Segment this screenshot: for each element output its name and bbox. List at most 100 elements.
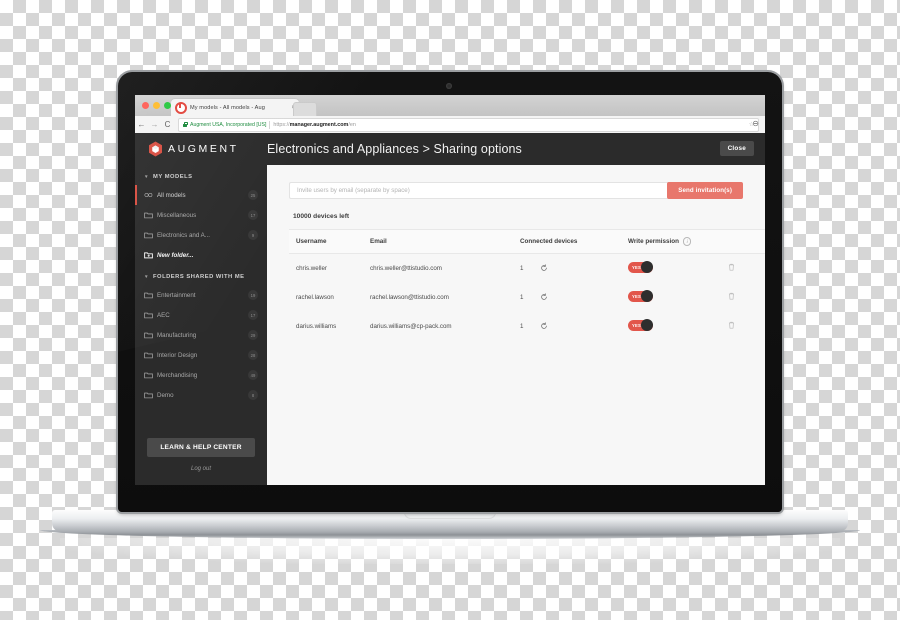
column-header-write-permission: Write permission i [628,229,728,254]
delete-icon[interactable] [728,263,735,271]
browser-tab[interactable]: My models - All models - Aug × [171,99,299,116]
folder-icon [144,332,153,339]
table-body: chris.weller chris.weller@ttistudio.com … [289,253,765,341]
sidebar-item-badge: 28 [248,350,258,360]
augment-hexagon-icon [149,141,162,157]
screen: My models - All models - Aug × ← → C Aug… [135,95,765,485]
cell-email: chris.weller@ttistudio.com [370,264,442,272]
sidebar-item-label: Interior Design [157,351,198,359]
minimize-window-icon[interactable] [153,102,160,109]
table-header-row: Username Email Connected devices Write p… [289,229,765,254]
delete-icon[interactable] [728,292,735,300]
sidebar-item-badge: 9 [248,230,258,240]
browser-urlbar: ← → C Augment USA, Incorporated [US] htt… [135,116,765,134]
shared-users-table: Username Email Connected devices Write p… [289,229,765,341]
learn-help-center-button[interactable]: LEARN & HELP CENTER [147,438,255,457]
cell-actions [728,312,765,341]
send-invitations-button[interactable]: Send invitation(s) [667,182,743,199]
device-count: 1 [520,264,524,272]
sidebar-section-header[interactable]: ▾ MY MODELS [135,165,267,185]
laptop-mockup: My models - All models - Aug × ← → C Aug… [0,0,900,620]
toggle-knob [641,261,653,273]
refresh-icon[interactable] [540,322,548,330]
app-logo[interactable]: AUGMENT [135,141,267,157]
invite-email-input[interactable]: Invite users by email (separate by space… [289,182,670,199]
toggle-knob [641,319,653,331]
table-row: darius.williams darius.williams@cp-pack.… [289,312,765,341]
infinity-icon [144,192,153,198]
sidebar-item-merchandising[interactable]: Merchandising 49 [135,365,267,385]
address-bar[interactable]: Augment USA, Incorporated [US] https://m… [178,117,759,132]
url-path: /en [348,121,356,128]
back-icon[interactable]: ← [135,120,148,129]
column-header-email: Email [370,229,520,254]
sidebar-item-label: New folder... [157,251,194,259]
new-tab-button[interactable] [293,102,317,117]
toggle-label: YES [632,264,641,270]
sidebar-item-badge: 17 [248,310,258,320]
forward-icon[interactable]: → [148,120,161,129]
sidebar-item-miscellaneous[interactable]: Miscellaneous 17 [135,205,267,225]
table-header: Username Email Connected devices Write p… [289,229,765,254]
folder-icon [144,312,153,319]
folder-icon [144,212,153,219]
devices-left-label: 10000 devices left [293,213,350,220]
device-cell: 1 [520,322,628,330]
brand-name: AUGMENT [168,143,239,155]
write-permission-toggle[interactable]: YES [628,290,653,302]
column-header-connected-devices: Connected devices [520,229,628,254]
cell-actions [728,283,765,312]
sidebar-section-header[interactable]: ▾ FOLDERS SHARED WITH ME [135,265,267,285]
sidebar-item-label: All models [157,191,186,199]
cell-username: rachel.lawson [296,293,334,301]
cell-write-permission: YES [628,283,728,312]
augment-app: AUGMENT Electronics and Appliances > Sha… [135,133,765,485]
maximize-window-icon[interactable] [164,102,171,109]
folder-icon [144,232,153,239]
folder-icon [144,392,153,399]
sidebar-item-badge: 19 [248,290,258,300]
sidebar-item-badge: 29 [248,330,258,340]
folder-icon [144,352,153,359]
sidebar-item-electronics-and-appliances[interactable]: Electronics and A... 9 [135,225,267,245]
cell-actions [728,253,765,283]
favicon-icon [175,101,187,114]
sidebar-item-badge: 8 [248,390,258,400]
sidebar-section-folders-shared: ▾ FOLDERS SHARED WITH ME Entertainment 1… [135,265,267,405]
sidebar-item-demo[interactable]: Demo 8 [135,385,267,405]
device-cell: 1 [520,293,628,301]
sidebar-section-title: MY MODELS [153,174,193,180]
reload-icon[interactable]: C [161,120,174,129]
sidebar-item-label: Manufacturing [157,331,197,339]
webcam-icon [446,83,452,89]
profile-icon[interactable]: ⊖ [752,120,759,128]
refresh-icon[interactable] [540,264,548,272]
cell-connected-devices: 1 [520,283,628,312]
refresh-icon[interactable] [540,293,548,301]
cell-write-permission: YES [628,253,728,283]
browser-tabbar: My models - All models - Aug × [135,95,765,117]
window-controls[interactable] [142,102,171,109]
sidebar-item-aec[interactable]: AEC 17 [135,305,267,325]
sharing-options-panel: Invite users by email (separate by space… [267,165,765,485]
close-button[interactable]: Close [719,141,754,156]
sidebar-section-my-models: ▾ MY MODELS All models 25 Miscellaneous … [135,165,267,265]
cell-username: darius.williams [296,322,337,330]
folder-plus-icon [144,252,153,259]
info-icon[interactable]: i [682,237,692,246]
sidebar-item-manufacturing[interactable]: Manufacturing 29 [135,325,267,345]
sidebar-item-all-models[interactable]: All models 25 [135,185,267,205]
delete-icon[interactable] [728,321,735,329]
close-window-icon[interactable] [142,102,149,109]
write-permission-toggle[interactable]: YES [628,261,653,273]
cell-email: rachel.lawson@ttistudio.com [370,293,449,301]
sidebar-item-interior-design[interactable]: Interior Design 28 [135,345,267,365]
column-header-username: Username [289,229,370,254]
logout-link[interactable]: Log out [135,457,267,472]
sidebar-item-new-folder[interactable]: New folder... [135,245,267,265]
url-prefix: https:// [273,121,290,128]
write-permission-toggle[interactable]: YES [628,319,653,331]
sidebar-item-entertainment[interactable]: Entertainment 19 [135,285,267,305]
cell-connected-devices: 1 [520,312,628,341]
device-count: 1 [520,293,524,301]
